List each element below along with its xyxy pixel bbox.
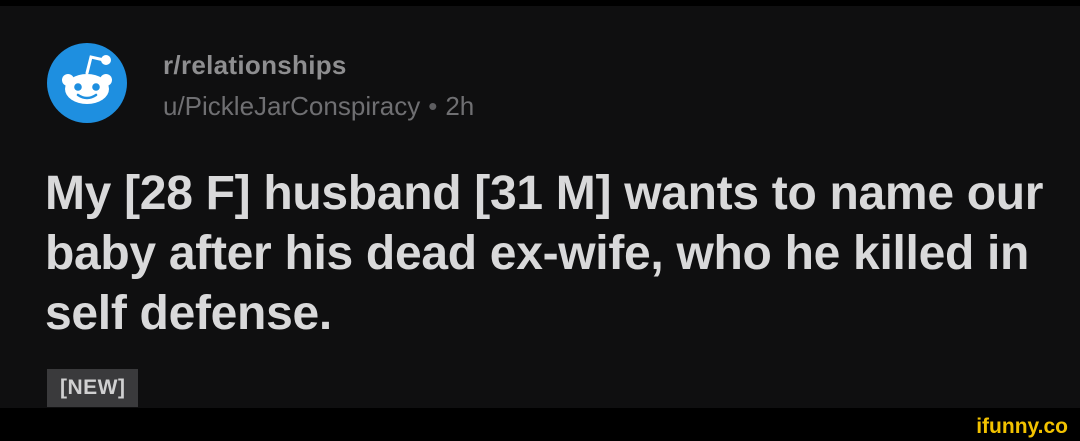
post-card[interactable]: r/relationships u/PickleJarConspiracy • 2h… — [0, 6, 1080, 408]
post-age: 2h — [445, 91, 475, 121]
subreddit-name[interactable]: r/relationships — [163, 50, 347, 81]
post-title[interactable]: My [28 F] husband [31 M] wants to name o… — [45, 164, 1045, 344]
post-meta: u/PickleJarConspiracy • 2h — [163, 91, 474, 122]
post-flair: [NEW] — [47, 369, 139, 407]
ifunny-watermark: ifunny.co — [976, 415, 1068, 438]
meta-separator: • — [428, 91, 438, 121]
post-author[interactable]: u/PickleJarConspiracy — [163, 91, 420, 121]
reddit-snoo-icon — [47, 43, 127, 123]
subreddit-avatar[interactable] — [47, 43, 127, 123]
